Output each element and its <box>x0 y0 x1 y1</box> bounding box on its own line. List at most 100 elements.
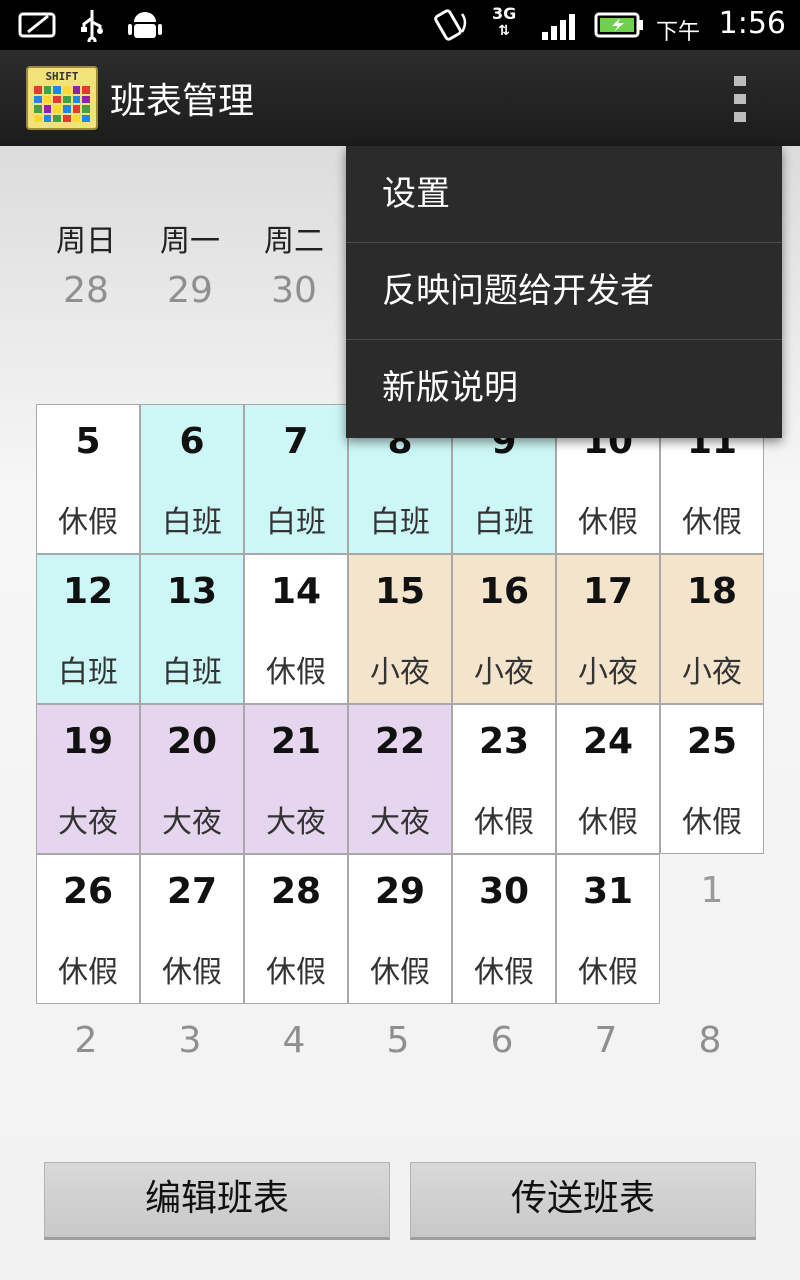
calendar-next-month-day[interactable]: 1 <box>660 854 764 1004</box>
day-number: 27 <box>166 871 218 912</box>
calendar-day-cell[interactable]: 24 休假 <box>556 704 660 854</box>
next-month-day[interactable]: 2 <box>34 1020 138 1061</box>
day-number: 6 <box>179 421 205 462</box>
calendar-day-cell[interactable]: 6 白班 <box>140 404 244 554</box>
day-number: 16 <box>478 571 530 612</box>
prev-month-day[interactable]: 28 <box>34 270 138 311</box>
day-number: 19 <box>62 721 114 762</box>
app-logo-text: SHIFT <box>45 70 79 83</box>
day-number: 24 <box>582 721 634 762</box>
shift-label: 休假 <box>162 955 222 990</box>
calendar-day-cell[interactable]: 25 休假 <box>660 704 764 854</box>
day-number: 22 <box>374 721 426 762</box>
shift-label: 小夜 <box>370 655 430 690</box>
weekday-label: 周一 <box>160 224 220 259</box>
overflow-menu: 设置 反映问题给开发者 新版说明 <box>346 146 782 438</box>
status-time: 1:56 <box>718 6 786 41</box>
prev-month-day[interactable]: 30 <box>242 270 346 311</box>
menu-item-feedback[interactable]: 反映问题给开发者 <box>346 243 782 340</box>
day-number: 13 <box>166 571 218 612</box>
network-type: 3G ⇅ <box>492 4 517 39</box>
shift-label: 白班 <box>370 505 430 540</box>
shift-label: 休假 <box>266 655 326 690</box>
calendar-day-cell[interactable]: 16 小夜 <box>452 554 556 704</box>
day-number: 20 <box>166 721 218 762</box>
android-debug-icon <box>126 8 164 42</box>
shift-label: 白班 <box>58 655 118 690</box>
app-title: 班表管理 <box>110 81 255 122</box>
calendar-day-cell[interactable]: 7 白班 <box>244 404 348 554</box>
day-number: 28 <box>270 871 322 912</box>
shift-label: 白班 <box>474 505 534 540</box>
next-month-day[interactable]: 7 <box>554 1020 658 1061</box>
calendar-day-cell[interactable]: 22 大夜 <box>348 704 452 854</box>
calendar-day-cell[interactable]: 30 休假 <box>452 854 556 1004</box>
shift-label: 休假 <box>578 955 638 990</box>
next-month-days: 2 3 4 5 6 7 8 <box>34 1020 762 1061</box>
calendar-grid: 5 休假 6 白班 7 白班 8 白班 9 白班 10 休假 11 休假 12 白班 13 白班 14 休假 15 小夜 1… <box>36 404 764 1004</box>
day-number: 26 <box>62 871 114 912</box>
calendar-day-cell[interactable]: 19 大夜 <box>36 704 140 854</box>
shift-label: 休假 <box>370 955 430 990</box>
calendar-day-cell[interactable]: 28 休假 <box>244 854 348 1004</box>
app-logo-grid <box>34 86 90 122</box>
shift-label: 休假 <box>266 955 326 990</box>
day-number: 23 <box>478 721 530 762</box>
shift-label: 休假 <box>578 505 638 540</box>
menu-item-settings[interactable]: 设置 <box>346 146 782 243</box>
calendar-day-cell[interactable]: 5 休假 <box>36 404 140 554</box>
day-number: 17 <box>582 571 634 612</box>
shift-label: 大夜 <box>370 805 430 840</box>
signal-icon <box>540 8 584 42</box>
calendar-day-cell[interactable]: 15 小夜 <box>348 554 452 704</box>
shift-label: 休假 <box>474 805 534 840</box>
prev-month-day[interactable]: 29 <box>138 270 242 311</box>
calendar-day-cell[interactable]: 29 休假 <box>348 854 452 1004</box>
calendar-day-cell[interactable]: 26 休假 <box>36 854 140 1004</box>
next-month-day[interactable]: 4 <box>242 1020 346 1061</box>
calendar-day-cell[interactable]: 27 休假 <box>140 854 244 1004</box>
next-month-day[interactable]: 6 <box>450 1020 554 1061</box>
overflow-menu-icon[interactable] <box>728 76 752 122</box>
calendar-day-cell[interactable]: 18 小夜 <box>660 554 764 704</box>
status-bar: 3G ⇅ 下午 1:56 <box>0 0 800 50</box>
edit-schedule-button[interactable]: 编辑班表 <box>44 1162 390 1240</box>
shift-label: 白班 <box>266 505 326 540</box>
shift-label: 休假 <box>682 505 742 540</box>
next-month-day[interactable]: 8 <box>658 1020 762 1061</box>
weekday-label: 周二 <box>264 224 324 259</box>
day-number: 5 <box>75 421 101 462</box>
calendar-day-cell[interactable]: 14 休假 <box>244 554 348 704</box>
app-logo-icon[interactable]: SHIFT <box>26 66 98 130</box>
day-number: 29 <box>374 871 426 912</box>
day-number: 18 <box>686 571 738 612</box>
calendar-day-cell[interactable]: 20 大夜 <box>140 704 244 854</box>
shift-label: 休假 <box>578 805 638 840</box>
day-number: 25 <box>686 721 738 762</box>
calendar-day-cell[interactable]: 23 休假 <box>452 704 556 854</box>
calendar-day-cell[interactable]: 17 小夜 <box>556 554 660 704</box>
shift-label: 休假 <box>58 955 118 990</box>
shift-label: 休假 <box>474 955 534 990</box>
calendar-day-cell[interactable]: 12 白班 <box>36 554 140 704</box>
day-number: 1 <box>700 870 724 911</box>
menu-item-whats-new[interactable]: 新版说明 <box>346 340 782 437</box>
weekday-label: 周日 <box>56 224 116 259</box>
send-schedule-button[interactable]: 传送班表 <box>410 1162 756 1240</box>
day-number: 14 <box>270 571 322 612</box>
shift-label: 小夜 <box>474 655 534 690</box>
next-month-day[interactable]: 3 <box>138 1020 242 1061</box>
shift-label: 白班 <box>162 655 222 690</box>
calendar-day-cell[interactable]: 31 休假 <box>556 854 660 1004</box>
calendar-day-cell[interactable]: 13 白班 <box>140 554 244 704</box>
calendar-day-cell[interactable]: 21 大夜 <box>244 704 348 854</box>
day-number: 30 <box>478 871 530 912</box>
day-number: 21 <box>270 721 322 762</box>
shift-label: 休假 <box>682 805 742 840</box>
action-bar: SHIFT 班表管理 <box>0 50 800 146</box>
usb-icon <box>76 8 108 42</box>
day-number: 15 <box>374 571 426 612</box>
rotate-icon <box>428 8 472 42</box>
next-month-day[interactable]: 5 <box>346 1020 450 1061</box>
day-number: 31 <box>582 871 634 912</box>
